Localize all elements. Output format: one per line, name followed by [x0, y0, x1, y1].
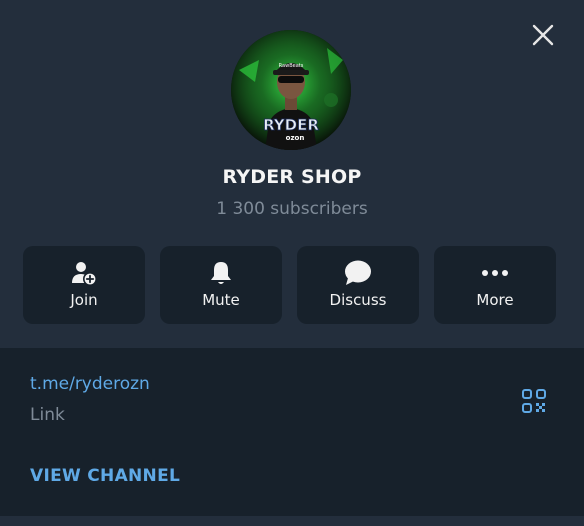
more-button[interactable]: More	[434, 246, 556, 324]
chat-bubble-icon	[345, 260, 371, 285]
bell-icon	[211, 262, 231, 284]
view-channel-button[interactable]: VIEW CHANNEL	[30, 466, 180, 486]
mute-button[interactable]: Mute	[160, 246, 282, 324]
join-button[interactable]: Join	[23, 246, 145, 324]
channel-title: RYDER SHOP	[222, 166, 362, 188]
avatar-logo-subtext: ozon	[286, 134, 305, 142]
add-user-icon	[72, 262, 97, 286]
mute-label: Mute	[202, 291, 240, 309]
qr-code-button[interactable]	[520, 387, 548, 415]
subscriber-count: 1 300 subscribers	[216, 199, 368, 219]
avatar-image: RawBeats RYDER ozon	[231, 30, 351, 150]
more-label: More	[476, 291, 514, 309]
bottom-divider	[0, 516, 584, 526]
close-button[interactable]	[526, 18, 560, 52]
close-icon	[532, 24, 554, 46]
qr-code-icon	[522, 389, 546, 413]
channel-link[interactable]: t.me/ryderozn	[30, 374, 150, 394]
channel-avatar[interactable]: RawBeats RYDER ozon	[231, 30, 351, 150]
channel-info-panel: RawBeats RYDER ozon RYDER SHOP 1 300 sub…	[0, 0, 584, 526]
svg-text:RawBeats: RawBeats	[279, 63, 304, 69]
discuss-label: Discuss	[329, 291, 387, 309]
action-bar: Join Mute Discuss More	[23, 246, 556, 324]
avatar-logo-text: RYDER	[263, 116, 319, 134]
discuss-button[interactable]: Discuss	[297, 246, 419, 324]
more-dots-icon	[482, 270, 508, 276]
channel-link-caption: Link	[30, 405, 65, 425]
join-label: Join	[70, 291, 98, 309]
channel-header: RawBeats RYDER ozon RYDER SHOP 1 300 sub…	[0, 0, 584, 348]
